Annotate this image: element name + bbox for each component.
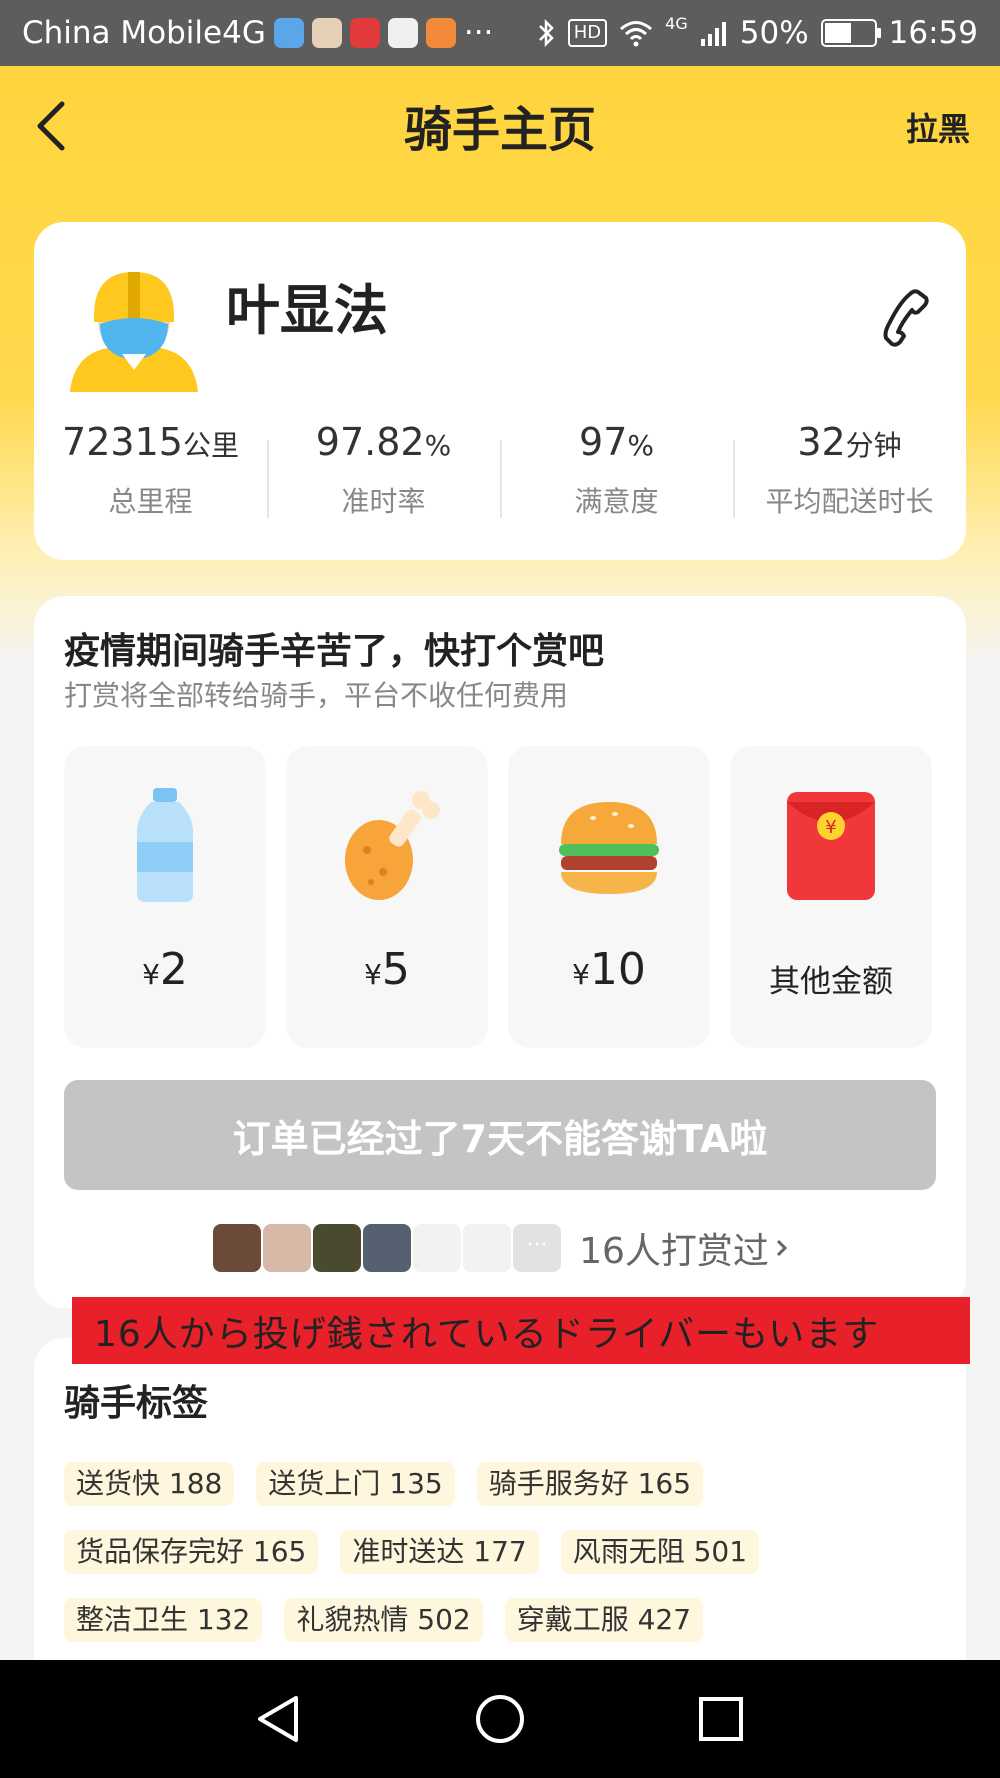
stat-value: 97.82 <box>315 420 425 464</box>
toutiao-notification-icon <box>349 18 380 48</box>
status-bar: China Mobile4G ··· HD 4G 50% 16:59 <box>0 0 1000 66</box>
chevron-right-icon <box>776 1239 788 1257</box>
rider-tags-card: 骑手标签 送货快 188 送货上门 135 骑手服务好 165 货品保存完好 1… <box>34 1338 966 1678</box>
nav-home-icon[interactable] <box>471 1690 529 1748</box>
tip-amount: ¥5 <box>286 944 488 995</box>
tip-option-5[interactable]: ¥5 <box>286 746 488 1048</box>
rider-tag: 送货上门 135 <box>256 1462 455 1506</box>
currency-symbol: ¥ <box>364 958 382 991</box>
burger-icon <box>559 802 659 894</box>
rider-avatar-icon <box>70 272 198 392</box>
rider-tag: 穿戴工服 427 <box>504 1598 704 1642</box>
rider-tag: 准时送达 177 <box>340 1530 539 1574</box>
water-bottle-icon <box>137 788 193 902</box>
tip-options: ¥2 ¥5 ¥10 ¥ 其他金额 <box>64 746 932 1048</box>
nav-back-icon[interactable] <box>250 1690 308 1748</box>
network-type: 4G <box>665 14 688 33</box>
svg-text:¥: ¥ <box>825 817 836 838</box>
tag-row: 送货快 188 送货上门 135 骑手服务好 165 <box>64 1462 759 1506</box>
wifi-icon <box>620 21 653 47</box>
stat-value: 97 <box>579 420 628 464</box>
page-title: 骑手主页 <box>403 102 596 158</box>
thank-rider-button-disabled: 订单已经过了7天不能答谢TA啦 <box>64 1080 936 1190</box>
stat-unit: 公里 <box>182 429 239 462</box>
stat-unit: 分钟 <box>845 429 902 462</box>
phone-icon[interactable] <box>880 288 932 348</box>
tip-other-amount-label: 其他金额 <box>769 964 893 1000</box>
rider-name: 叶显法 <box>226 279 388 342</box>
rider-tag: 风雨无阻 501 <box>560 1530 760 1574</box>
map-notification-icon <box>387 18 418 48</box>
signal-icon <box>700 22 726 46</box>
stat-unit: % <box>627 429 654 462</box>
more-tippers-icon: ··· <box>511 1222 564 1274</box>
rider-profile-card: 叶显法 72315公里 总里程 97.82% 准时率 97% 满意度 32分钟 … <box>34 222 966 560</box>
tip-title: 疫情期间骑手辛苦了，快打个赏吧 <box>64 631 605 672</box>
battery-icon <box>820 19 881 47</box>
weibo-notification-icon <box>311 18 342 48</box>
tip-amount: ¥2 <box>64 944 266 995</box>
tipper-avatar <box>311 1222 364 1274</box>
tip-subtitle: 打赏将全部转给骑手，平台不收任何费用 <box>64 679 569 712</box>
video-notification-icon <box>425 18 456 48</box>
bluetooth-icon <box>538 18 554 48</box>
stat-label: 准时率 <box>341 485 426 518</box>
rider-tag: 货品保存完好 165 <box>64 1530 319 1574</box>
tippers-count: 16人打赏过 <box>579 1231 769 1272</box>
tipper-avatar <box>461 1222 514 1274</box>
battery-percent: 50% <box>739 15 809 51</box>
tip-card: 疫情期间骑手辛苦了，快打个赏吧 打赏将全部转给骑手，平台不收任何费用 ¥2 ¥5 <box>34 596 966 1308</box>
currency-symbol: ¥ <box>142 958 160 991</box>
rider-stats: 72315公里 总里程 97.82% 准时率 97% 满意度 32分钟 平均配送… <box>34 420 966 530</box>
tip-option-other[interactable]: ¥ 其他金额 <box>730 746 932 1048</box>
tag-list: 送货快 188 送货上门 135 骑手服务好 165 货品保存完好 165 准时… <box>64 1462 760 1666</box>
stat-value: 72315 <box>62 420 183 464</box>
rider-tag: 整洁卫生 132 <box>64 1598 263 1642</box>
hd-badge: HD <box>567 19 608 47</box>
tip-amount-value: 5 <box>381 944 410 995</box>
more-notifications-icon: ··· <box>463 15 494 51</box>
stat-label: 满意度 <box>574 485 659 518</box>
tag-row: 货品保存完好 165 准时送达 177 风雨无阻 501 <box>64 1530 760 1574</box>
tags-title: 骑手标签 <box>64 1383 209 1424</box>
tag-row: 整洁卫生 132 礼貌热情 502 穿戴工服 427 <box>64 1598 759 1642</box>
stat-total-distance: 72315公里 总里程 <box>34 420 267 530</box>
tipper-avatar <box>411 1222 464 1274</box>
tip-amount-value: 10 <box>589 944 646 995</box>
block-button[interactable]: 拉黑 <box>906 104 970 150</box>
stat-value: 32 <box>797 420 846 464</box>
tipper-avatar <box>211 1222 264 1274</box>
red-envelope-icon: ¥ <box>787 792 875 900</box>
stat-satisfaction: 97% 满意度 <box>500 420 733 530</box>
tip-option-2[interactable]: ¥2 <box>64 746 266 1048</box>
chicken-leg-icon <box>345 791 440 900</box>
clock: 16:59 <box>888 15 978 51</box>
stat-avg-delivery-time: 32分钟 平均配送时长 <box>733 420 966 530</box>
caption-overlay: 16人から投げ銭されているドライバーもいます <box>72 1297 970 1364</box>
tipper-avatar <box>361 1222 414 1274</box>
tippers-row[interactable]: ··· 16人打赏过 <box>34 1222 966 1274</box>
tip-amount: ¥10 <box>508 944 710 995</box>
rider-tag: 礼貌热情 502 <box>284 1598 483 1642</box>
stat-unit: % <box>424 429 452 462</box>
app-notification-icon <box>273 18 304 48</box>
tipper-avatar <box>261 1222 314 1274</box>
carrier-label: China Mobile4G <box>22 15 266 51</box>
navigation-bar <box>0 1660 1000 1778</box>
tip-amount-value: 2 <box>159 944 188 995</box>
rider-tag: 骑手服务好 165 <box>476 1462 704 1506</box>
rider-tag: 送货快 188 <box>64 1462 235 1506</box>
stat-label: 总里程 <box>108 485 193 518</box>
tip-option-10[interactable]: ¥10 <box>508 746 710 1048</box>
stat-label: 平均配送时长 <box>765 485 934 518</box>
currency-symbol: ¥ <box>572 958 590 991</box>
stat-on-time-rate: 97.82% 准时率 <box>267 420 500 530</box>
nav-recents-icon[interactable] <box>692 1690 750 1748</box>
